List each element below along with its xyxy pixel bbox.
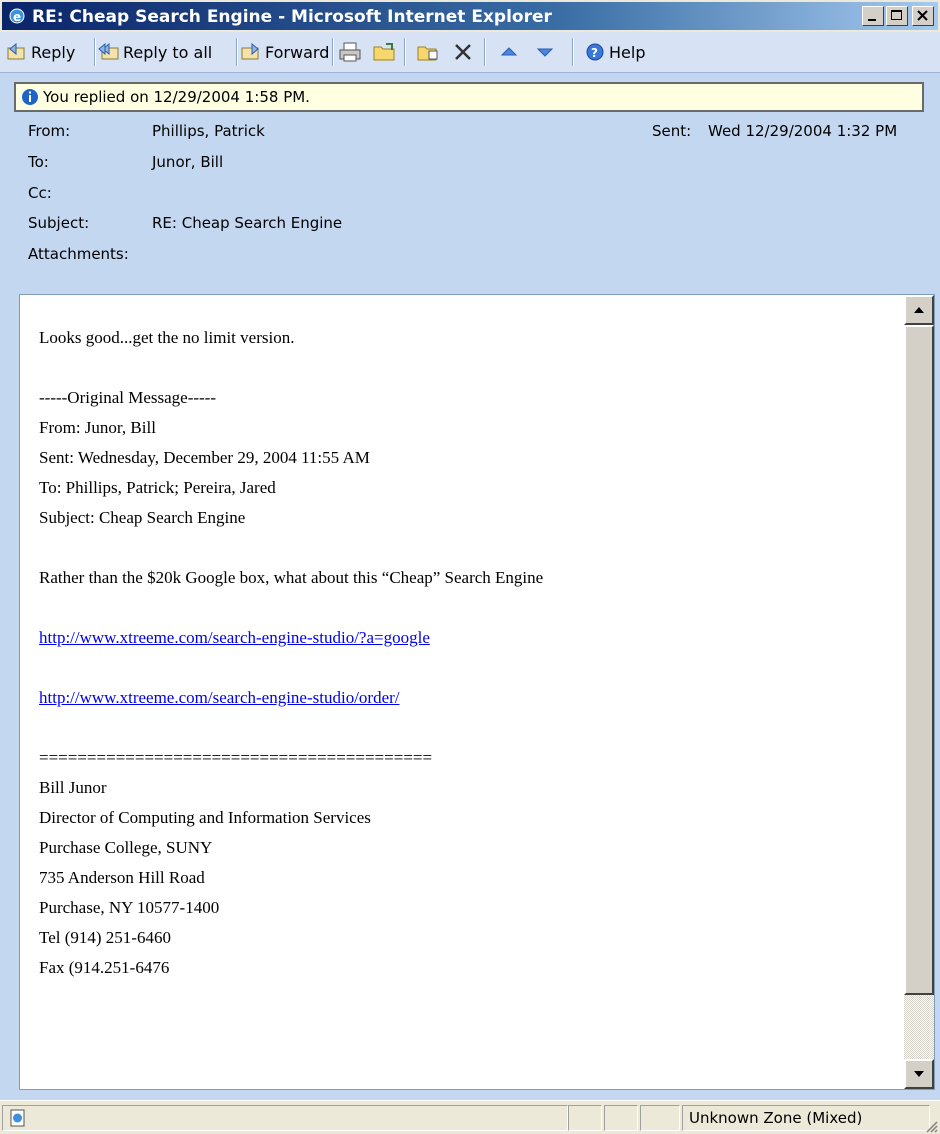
info-icon (22, 89, 38, 105)
reply-all-icon (98, 42, 119, 60)
reply-info-bar: You replied on 12/29/2004 1:58 PM. (14, 82, 924, 112)
signature-name: Bill Junor (39, 778, 107, 797)
scroll-up-arrow-icon (914, 307, 924, 313)
forward-icon (241, 42, 259, 60)
svg-text:?: ? (591, 46, 598, 60)
print-button[interactable] (338, 38, 365, 66)
status-bar: Unknown Zone (Mixed) (0, 1100, 940, 1134)
arrow-up-icon (500, 47, 518, 56)
ie-icon: e (9, 8, 25, 24)
window-title: RE: Cheap Search Engine - Microsoft Inte… (32, 7, 552, 27)
security-zone-text: Unknown Zone (Mixed) (689, 1109, 863, 1127)
signature-tel: Tel (914) 251-6460 (39, 928, 171, 947)
status-panel (640, 1105, 680, 1131)
reply-all-label: Reply to all (123, 42, 213, 62)
scroll-down-arrow-icon (914, 1071, 924, 1077)
status-panel (568, 1105, 602, 1131)
original-message-marker: -----Original Message----- (39, 388, 216, 407)
original-sent: Sent: Wednesday, December 29, 2004 11:55… (39, 448, 370, 467)
copy-to-folder-button[interactable] (416, 38, 443, 66)
printer-icon (339, 42, 361, 62)
svg-text:e: e (13, 10, 21, 24)
original-to: To: Phillips, Patrick; Pereira, Jared (39, 478, 276, 497)
original-from: From: Junor, Bill (39, 418, 156, 437)
toolbar-separator (484, 38, 486, 66)
help-label: Help (609, 42, 646, 62)
ie-page-icon (10, 1109, 25, 1127)
original-subject: Subject: Cheap Search Engine (39, 508, 246, 527)
toolbar-separator (572, 38, 574, 66)
scroll-up-button[interactable] (904, 295, 934, 325)
subject-value: RE: Cheap Search Engine (152, 214, 343, 232)
security-zone-panel: Unknown Zone (Mixed) (682, 1105, 930, 1131)
message-body: Looks good...get the no limit version. -… (39, 323, 899, 983)
email-window: e RE: Cheap Search Engine - Microsoft In… (0, 0, 940, 1134)
reply-all-button[interactable]: Reply to all (98, 38, 212, 66)
sent-label: Sent: (652, 122, 692, 140)
from-label: From: (28, 122, 71, 140)
minimize-button[interactable] (862, 6, 884, 26)
reply-icon (7, 42, 25, 60)
toolbar-separator (236, 38, 238, 66)
toolbar-separator (332, 38, 334, 66)
close-button[interactable] (912, 6, 934, 26)
title-bar-fill: e RE: Cheap Search Engine - Microsoft In… (2, 2, 938, 30)
resize-grip-icon[interactable] (924, 1119, 938, 1133)
maximize-button[interactable] (886, 6, 908, 26)
attachments-label: Attachments: (28, 245, 129, 263)
signature-address-2: Purchase, NY 10577-1400 (39, 898, 220, 917)
info-bar-text: You replied on 12/29/2004 1:58 PM. (43, 88, 310, 106)
search-engine-link[interactable]: http://www.xtreeme.com/search-engine-stu… (39, 628, 430, 647)
to-label: To: (28, 153, 49, 171)
scroll-down-button[interactable] (904, 1059, 934, 1089)
reply-label: Reply (31, 42, 76, 62)
help-button[interactable]: ? Help (584, 38, 645, 66)
body-text: Rather than the $20k Google box, what ab… (39, 568, 544, 587)
folder-icon (373, 43, 395, 61)
arrow-down-icon (536, 48, 554, 57)
message-body-pane[interactable]: Looks good...get the no limit version. -… (19, 294, 935, 1090)
minimize-icon (868, 19, 876, 21)
signature-title: Director of Computing and Information Se… (39, 808, 371, 827)
sent-value: Wed 12/29/2004 1:32 PM (708, 122, 898, 140)
signature-address-1: 735 Anderson Hill Road (39, 868, 205, 887)
next-item-button[interactable] (534, 38, 559, 66)
close-icon (917, 10, 928, 21)
reply-text: Looks good...get the no limit version. (39, 328, 295, 347)
status-panel (604, 1105, 638, 1131)
delete-button[interactable] (452, 38, 477, 66)
help-icon: ? (586, 43, 604, 61)
delete-icon (455, 44, 471, 60)
title-bar[interactable]: e RE: Cheap Search Engine - Microsoft In… (0, 0, 940, 32)
reply-button[interactable]: Reply (6, 38, 75, 66)
toolbar-separator (94, 38, 96, 66)
signature-org: Purchase College, SUNY (39, 838, 213, 857)
signature-separator: ========================================… (39, 748, 433, 767)
scrollbar-track[interactable] (904, 995, 934, 1059)
forward-button[interactable]: Forward (240, 38, 329, 66)
move-to-folder-button[interactable] (372, 38, 399, 66)
previous-item-button[interactable] (498, 38, 523, 66)
toolbar: Reply Reply to all Forward ? Help (0, 32, 940, 73)
scrollbar-thumb[interactable] (904, 325, 934, 995)
maximize-icon (891, 10, 902, 20)
forward-label: Forward (265, 42, 330, 62)
copy-folder-icon (417, 46, 438, 61)
signature-fax: Fax (914.251-6476 (39, 958, 170, 977)
vertical-scrollbar[interactable] (904, 295, 934, 1089)
to-value[interactable]: Junor, Bill (152, 153, 223, 171)
order-link[interactable]: http://www.xtreeme.com/search-engine-stu… (39, 688, 400, 707)
subject-label: Subject: (28, 214, 90, 232)
status-main-panel (2, 1105, 568, 1131)
cc-label: Cc: (28, 184, 52, 202)
toolbar-separator (404, 38, 406, 66)
from-value[interactable]: Phillips, Patrick (152, 122, 265, 140)
